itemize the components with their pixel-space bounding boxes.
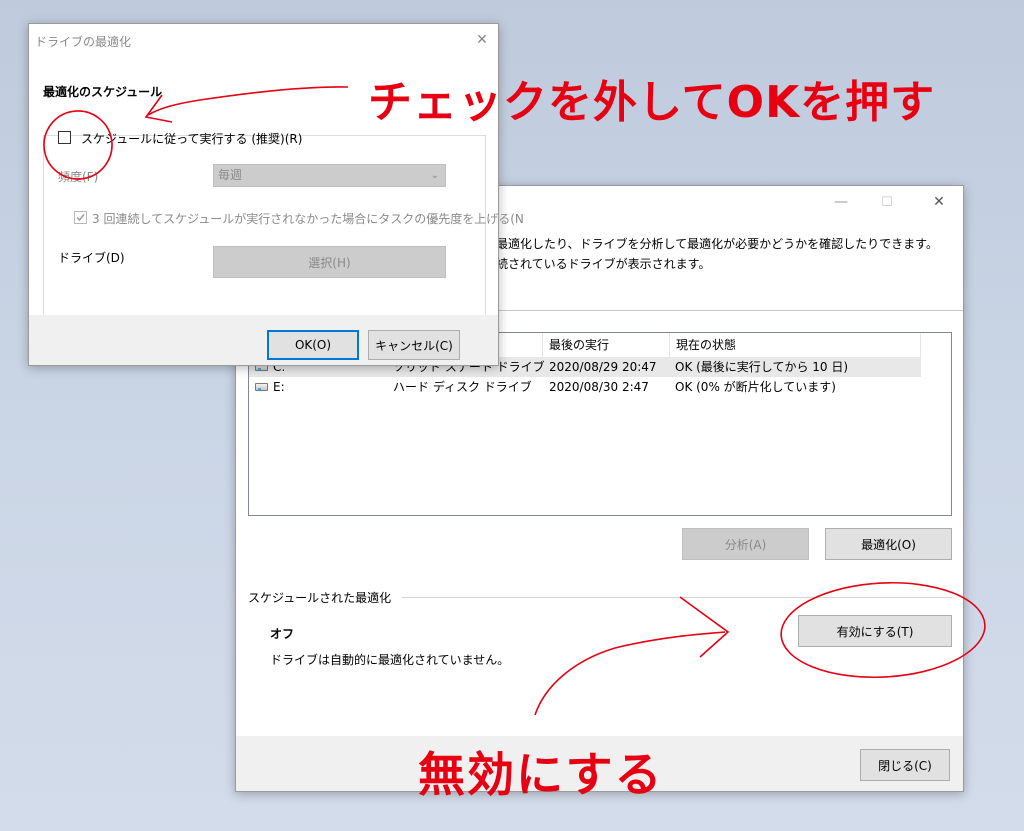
select-drives-button[interactable]: 選択(H): [213, 246, 446, 278]
frequency-select[interactable]: 毎週 ⌄: [213, 164, 446, 187]
column-header-last-run[interactable]: 最後の実行: [543, 333, 670, 357]
checkmark-icon: [76, 214, 85, 222]
current-status: OK (最後に実行してから 10 日): [675, 360, 849, 374]
dialog-footer: OK(O) キャンセル(C): [29, 315, 498, 365]
column-header-current-status[interactable]: 現在の状態: [670, 333, 921, 357]
frequency-value: 毎週: [218, 168, 243, 182]
description-line-1: を最適化したり、ドライブを分析して最適化が必要かどうかを確認したりできます。: [484, 237, 938, 251]
maximize-icon[interactable]: ☐: [872, 192, 902, 212]
close-icon[interactable]: ✕: [924, 192, 954, 212]
last-run: 2020/08/30 2:47: [549, 380, 649, 394]
close-icon[interactable]: ✕: [469, 30, 495, 50]
description-line-2: 接続されているドライブが表示されます。: [484, 257, 711, 271]
priority-checkbox[interactable]: [74, 211, 87, 224]
media-type: ハード ディスク ドライブ: [393, 380, 532, 394]
table-row[interactable]: E: ハード ディスク ドライブ 2020/08/30 2:47 OK (0% …: [249, 377, 921, 397]
schedule-description: ドライブは自動的に最適化されていません。: [270, 653, 510, 667]
run-on-schedule-label[interactable]: スケジュールに従って実行する (推奨)(R): [81, 130, 302, 147]
optimize-button[interactable]: 最適化(O): [825, 528, 952, 560]
frequency-label: 頻度(F): [58, 170, 99, 184]
dialog-title: ドライブの最適化: [35, 35, 132, 49]
cancel-button[interactable]: キャンセル(C): [368, 330, 460, 360]
uncheck-instruction-annotation: チェックを外してOKを押す: [368, 77, 936, 128]
schedule-state: オフ: [270, 627, 295, 641]
priority-label[interactable]: 3 回連続してスケジュールが実行されなかった場合にタスクの優先度を上げる(N: [92, 210, 524, 227]
section-divider: [402, 597, 952, 598]
run-on-schedule-checkbox[interactable]: [58, 131, 71, 144]
drives-label: ドライブ(D): [58, 251, 125, 265]
scheduled-optimization-label: スケジュールされた最適化: [248, 591, 392, 605]
current-status: OK (0% が断片化しています): [675, 380, 836, 394]
disable-instruction-annotation: 無効にする: [418, 748, 664, 803]
analyze-button[interactable]: 分析(A): [682, 528, 809, 560]
drive-icon: [255, 383, 268, 391]
enable-schedule-button[interactable]: 有効にする(T): [798, 615, 952, 647]
last-run: 2020/08/29 20:47: [549, 360, 657, 374]
drive-letter: E:: [273, 380, 285, 394]
chevron-down-icon: ⌄: [430, 170, 439, 181]
minimize-icon[interactable]: —: [826, 192, 856, 212]
close-button[interactable]: 閉じる(C): [860, 749, 950, 781]
section-heading: 最適化のスケジュール: [43, 85, 163, 99]
ok-button[interactable]: OK(O): [267, 330, 359, 360]
